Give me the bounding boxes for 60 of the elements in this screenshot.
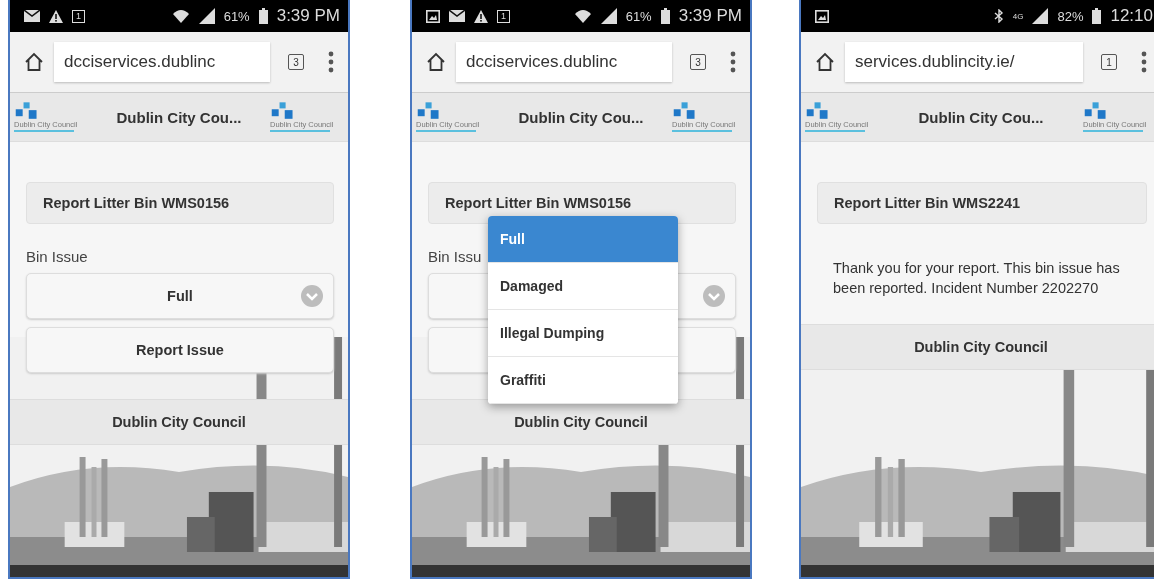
page-title-bar: Report Litter Bin WMS2241 [817, 182, 1147, 224]
mail-icon [449, 10, 465, 22]
battery-icon [660, 8, 670, 24]
wifi-icon [573, 8, 592, 24]
menu-option[interactable]: Damaged [488, 263, 678, 310]
tagline-line [672, 130, 732, 132]
home-icon[interactable] [815, 52, 835, 72]
menu-icon[interactable] [1141, 51, 1147, 73]
menu-option[interactable]: Full [488, 216, 678, 263]
battery-percent: 61% [625, 8, 652, 24]
bluetooth-icon [993, 9, 1004, 23]
site-title: Dublin City Cou... [116, 108, 242, 126]
menu-icon[interactable] [730, 51, 736, 73]
signal-icon [600, 8, 617, 24]
report-issue-button[interactable]: Report Issue [26, 327, 334, 373]
address-field[interactable]: dcciservices.dublinc [54, 42, 270, 82]
mail-icon [24, 10, 40, 22]
clock-time: 3:39 PM [678, 6, 742, 26]
footer-bar: Dublin City Council [412, 399, 750, 445]
site-title: Dublin City Cou... [918, 108, 1044, 126]
battery-percent: 82% [1057, 8, 1084, 24]
page-title-bar: Report Litter Bin WMS0156 [26, 182, 334, 224]
warning-icon [474, 9, 488, 23]
battery-icon [258, 8, 268, 24]
signal-icon [1032, 8, 1049, 24]
clock-time: 12:10 [1110, 6, 1153, 26]
tab-count-button[interactable]: 3 [288, 54, 304, 70]
wifi-icon [171, 8, 190, 24]
menu-icon[interactable] [328, 51, 334, 73]
home-icon[interactable] [24, 52, 44, 72]
calendar-icon: 1 [72, 9, 85, 23]
address-field[interactable]: dcciservices.dublinc [456, 42, 672, 82]
tagline-line [14, 130, 74, 132]
battery-percent: 61% [223, 8, 250, 24]
warning-icon [49, 9, 63, 23]
image-icon [815, 9, 829, 23]
clock-time: 3:39 PM [276, 6, 340, 26]
network-label: 4G [1012, 11, 1024, 21]
footer-bar: Dublin City Council [801, 324, 1154, 370]
tab-count-button[interactable]: 3 [690, 54, 706, 70]
menu-option[interactable]: Illegal Dumping [488, 310, 678, 357]
tagline-line [416, 130, 476, 132]
tagline-line [805, 130, 865, 132]
site-title: Dublin City Cou... [518, 108, 644, 126]
address-field[interactable]: services.dublincity.ie/ [845, 42, 1083, 82]
battery-icon [1092, 8, 1102, 24]
tab-count-button[interactable]: 1 [1101, 54, 1117, 70]
chevron-down-icon [703, 285, 725, 307]
field-label: Bin Issue [26, 248, 88, 265]
home-icon[interactable] [426, 52, 446, 72]
menu-option[interactable]: Graffiti [488, 357, 678, 404]
bin-issue-dropdown[interactable]: Full [26, 273, 334, 319]
tagline-line [1083, 130, 1143, 132]
image-icon [426, 9, 440, 23]
calendar-icon: 1 [497, 9, 510, 23]
chevron-down-icon [301, 285, 323, 307]
signal-icon [198, 8, 215, 24]
tagline-line [270, 130, 330, 132]
footer-bar: Dublin City Council [10, 399, 348, 445]
field-label: Bin Issu [428, 248, 482, 265]
